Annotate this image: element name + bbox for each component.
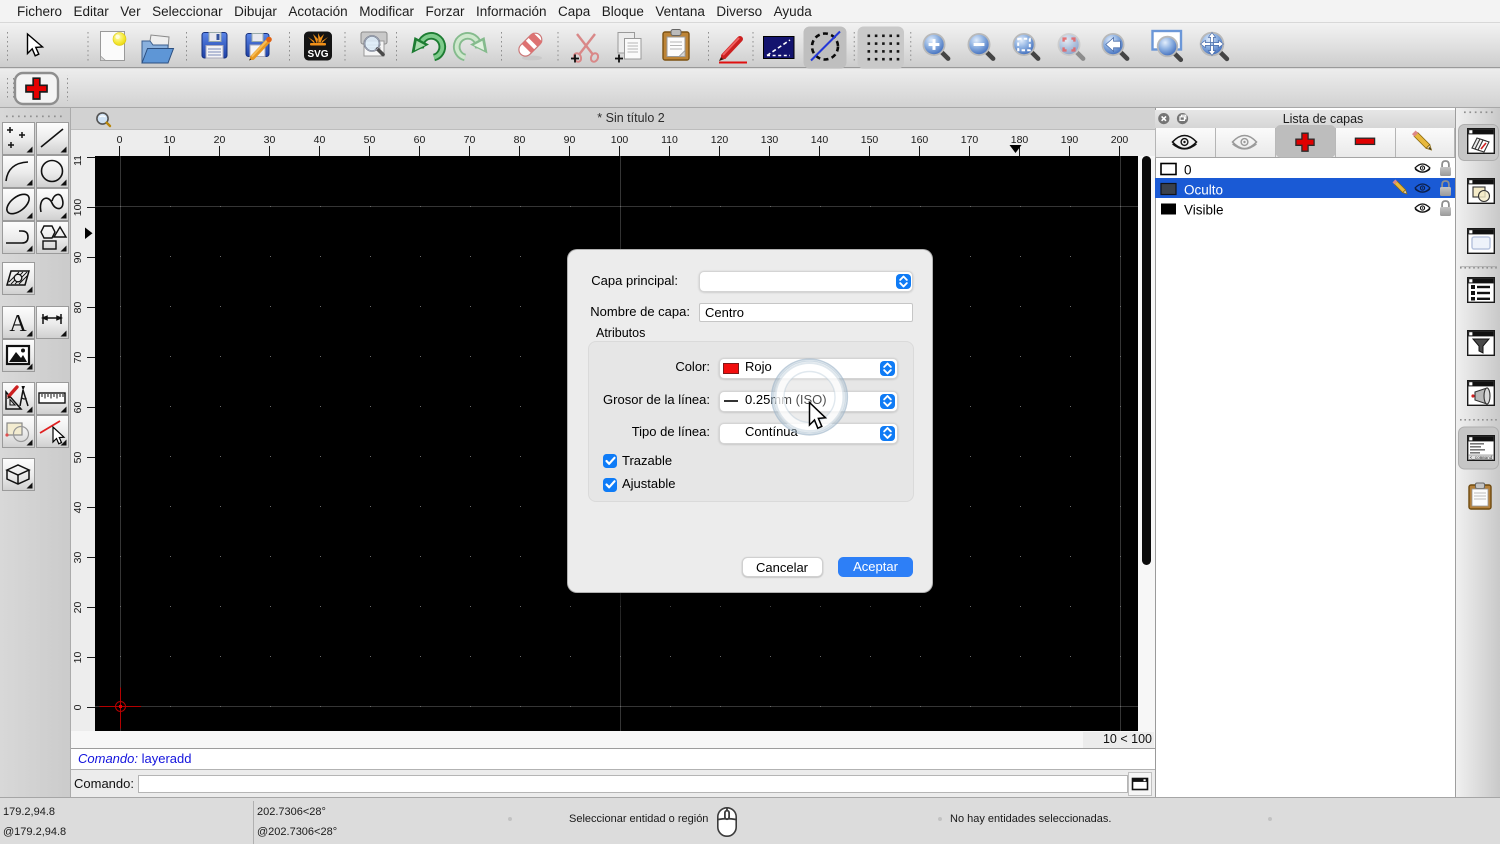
svg-text:130: 130 (761, 134, 779, 146)
svg-text:30: 30 (72, 552, 84, 564)
svg-text:50: 50 (72, 452, 84, 464)
svg-text:140: 140 (811, 134, 829, 146)
svg-text:70: 70 (464, 134, 476, 146)
svg-text:40: 40 (72, 502, 84, 514)
svg-text:190: 190 (1061, 134, 1079, 146)
svg-text:60: 60 (72, 402, 84, 414)
svg-text:60: 60 (414, 134, 426, 146)
svg-text:110: 110 (72, 156, 84, 166)
svg-text:80: 80 (72, 302, 84, 314)
svg-text:180: 180 (1011, 134, 1029, 146)
svg-text:10: 10 (72, 652, 84, 664)
svg-text:A: A (9, 311, 27, 337)
svg-text:200: 200 (1111, 134, 1129, 146)
svg-text:70: 70 (72, 352, 84, 364)
svg-text:170: 170 (961, 134, 979, 146)
svg-text:90: 90 (564, 134, 576, 146)
svg-text:10: 10 (164, 134, 176, 146)
svg-text:<_command: <_command (1470, 456, 1493, 461)
svg-text:20: 20 (214, 134, 226, 146)
svg-text:50: 50 (364, 134, 376, 146)
svg-text:110: 110 (661, 134, 678, 146)
svg-text:30: 30 (264, 134, 276, 146)
svg-text:Lista de capas: Lista de capas (1283, 112, 1364, 126)
svg-text:90: 90 (72, 252, 84, 264)
svg-text:40: 40 (314, 134, 326, 146)
svg-text:0: 0 (1184, 162, 1192, 177)
svg-text:Oculto: Oculto (1184, 182, 1223, 197)
svg-text:20: 20 (72, 602, 84, 614)
svg-text:100: 100 (72, 199, 84, 217)
svg-text:120: 120 (711, 134, 729, 146)
svg-text:SVG: SVG (307, 49, 328, 60)
svg-text:150: 150 (861, 134, 879, 146)
svg-text:0: 0 (72, 704, 84, 710)
svg-text:100: 100 (611, 134, 629, 146)
svg-text:160: 160 (911, 134, 929, 146)
svg-text:0: 0 (117, 134, 123, 146)
svg-text:80: 80 (514, 134, 526, 146)
svg-text:Visible: Visible (1184, 202, 1224, 217)
